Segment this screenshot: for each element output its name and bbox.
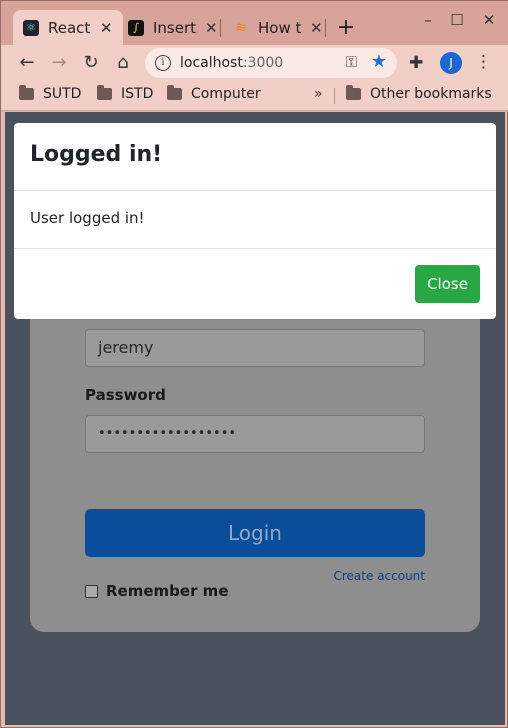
username-input[interactable]: jeremy <box>85 329 425 367</box>
bookmarks-overflow-button[interactable]: » <box>314 86 323 102</box>
stackoverflow-icon: ≋ <box>235 19 247 36</box>
address-bar[interactable]: i localhost:3000 ⚿ ★ <box>145 48 397 78</box>
reload-icon[interactable]: ↻ <box>79 51 103 75</box>
tab-insert[interactable]: ∫ Insert ✕ <box>118 10 228 45</box>
minimize-icon[interactable]: – <box>413 11 443 29</box>
remember-me-row[interactable]: Remember me <box>85 582 229 600</box>
password-label: Password <box>85 386 166 404</box>
tab-separator <box>325 19 326 37</box>
password-input[interactable]: •••••••••••••••••• <box>85 415 425 453</box>
modal-title: Logged in! <box>30 142 163 167</box>
login-button[interactable]: Login <box>85 509 425 557</box>
menu-dots-icon[interactable]: ⋮ <box>475 52 492 72</box>
tab-label: How t <box>258 18 302 37</box>
tab-strip: ⚛ React ✕ ∫ Insert ✕ ≋ How t ✕ + – ☐ ✕ <box>1 1 508 45</box>
tab-label: Insert <box>153 18 197 37</box>
close-button[interactable]: Close <box>415 265 480 303</box>
forward-arrow-icon[interactable]: → <box>47 51 71 75</box>
bookmark-other[interactable]: Other bookmarks <box>346 85 492 102</box>
bookmarks-bar: SUTD ISTD Computer » Other bookmarks <box>1 81 508 111</box>
back-arrow-icon[interactable]: ← <box>15 51 39 75</box>
remember-me-checkbox[interactable] <box>85 584 98 598</box>
folder-icon <box>19 85 34 100</box>
bookmark-computer[interactable]: Computer <box>167 85 261 102</box>
close-icon[interactable]: ✕ <box>100 19 113 37</box>
window-close-icon[interactable]: ✕ <box>474 11 504 29</box>
tab-label: React <box>48 18 91 37</box>
home-icon[interactable]: ⌂ <box>111 51 135 75</box>
bookmark-label: Other bookmarks <box>370 86 492 102</box>
page-viewport: jeremy Password •••••••••••••••••• Remem… <box>5 112 505 725</box>
create-account-link[interactable]: Create account <box>334 569 426 583</box>
profile-avatar[interactable]: J <box>440 52 462 74</box>
key-icon[interactable]: ⚿ <box>346 53 357 71</box>
bookmark-label: Computer <box>191 86 261 102</box>
tab-react[interactable]: ⚛ React ✕ <box>13 10 123 45</box>
logged-in-modal: Logged in! User logged in! Close <box>14 123 496 319</box>
bookmark-istd[interactable]: ISTD <box>97 85 154 102</box>
browser-window: ⚛ React ✕ ∫ Insert ✕ ≋ How t ✕ + – ☐ ✕ ←… <box>0 0 508 728</box>
bookmark-label: ISTD <box>121 86 154 102</box>
new-tab-button[interactable]: + <box>334 15 358 40</box>
tab-howto[interactable]: ≋ How t ✕ <box>223 10 333 45</box>
bookmarks-separator <box>334 88 335 104</box>
extensions-puzzle-icon[interactable]: ✚ <box>409 53 423 73</box>
site-info-icon[interactable]: i <box>155 55 171 71</box>
insert-icon: ∫ <box>128 19 144 36</box>
address-url[interactable]: localhost:3000 <box>180 55 283 71</box>
close-icon[interactable]: ✕ <box>310 19 323 37</box>
close-icon[interactable]: ✕ <box>205 19 218 37</box>
folder-icon <box>167 85 182 100</box>
maximize-icon[interactable]: ☐ <box>442 11 472 29</box>
modal-header: Logged in! <box>14 123 496 191</box>
react-icon: ⚛ <box>23 19 39 36</box>
modal-body-text: User logged in! <box>30 209 145 227</box>
browser-toolbar: ← → ↻ ⌂ i localhost:3000 ⚿ ★ ✚ J ⋮ <box>1 45 508 81</box>
bookmark-sutd[interactable]: SUTD <box>19 85 82 102</box>
tab-separator <box>220 19 221 37</box>
remember-me-label: Remember me <box>106 582 229 600</box>
modal-footer-divider <box>14 248 496 249</box>
folder-icon <box>97 85 112 100</box>
bookmark-star-icon[interactable]: ★ <box>371 51 387 72</box>
bookmark-label: SUTD <box>43 86 82 102</box>
folder-icon <box>346 85 361 100</box>
